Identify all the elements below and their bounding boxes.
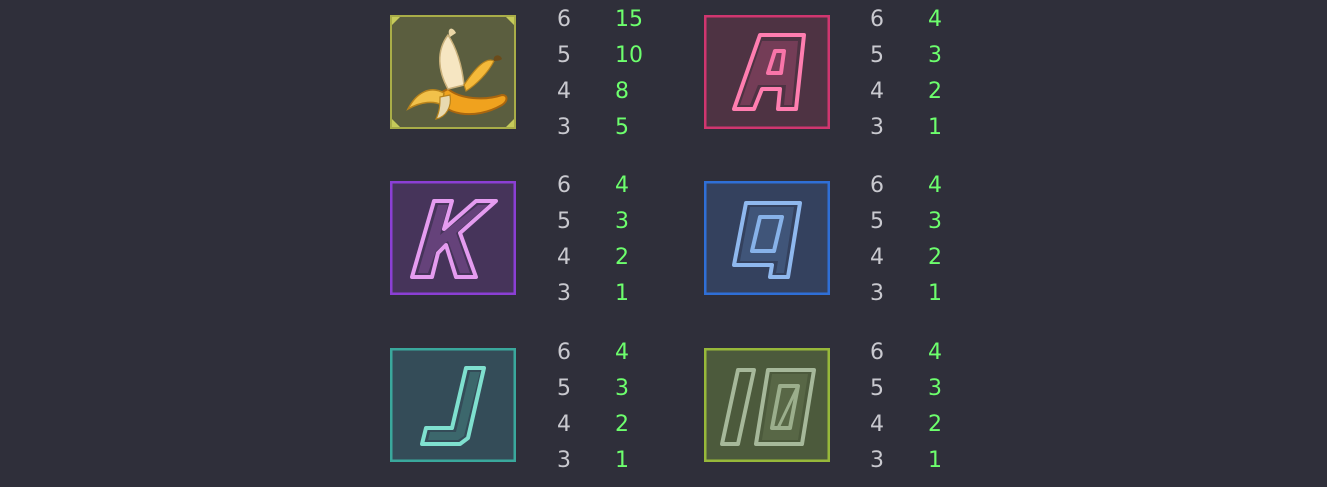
payout-value: 1: [928, 115, 942, 140]
payout-value: 1: [615, 281, 629, 306]
symbol-count: 5: [557, 376, 571, 401]
pay-row: 3 1: [557, 276, 667, 312]
number-10-icon: [704, 348, 830, 462]
payout-value: 3: [615, 376, 629, 401]
symbol-count: 4: [870, 245, 884, 270]
symbol-count: 6: [557, 340, 571, 365]
symbol-count: 3: [557, 448, 571, 473]
queen-paytable: 6 4 5 3 4 2 3 1: [870, 168, 980, 312]
pay-row: 3 1: [870, 443, 980, 479]
ace-paytable: 6 4 5 3 4 2 3 1: [870, 2, 980, 146]
letter-j-icon: [390, 348, 516, 462]
pay-row: 6 4: [870, 2, 980, 38]
ten-paytable: 6 4 5 3 4 2 3 1: [870, 335, 980, 479]
payout-value: 4: [615, 173, 629, 198]
symbol-count: 5: [870, 376, 884, 401]
payout-value: 2: [928, 245, 942, 270]
ace-symbol: [704, 15, 830, 129]
letter-k-icon: [390, 181, 516, 295]
pay-row: 5 3: [870, 371, 980, 407]
payout-value: 4: [928, 7, 942, 32]
letter-a-icon: [704, 15, 830, 129]
symbol-count: 5: [870, 209, 884, 234]
symbol-count: 4: [557, 412, 571, 437]
symbol-count: 3: [557, 281, 571, 306]
payout-value: 3: [615, 209, 629, 234]
pay-row: 4 2: [557, 407, 667, 443]
letter-q-icon: [704, 181, 830, 295]
symbol-count: 5: [870, 43, 884, 68]
payout-value: 5: [615, 115, 629, 140]
pay-row: 4 2: [557, 240, 667, 276]
symbol-count: 5: [557, 209, 571, 234]
pay-row: 5 10: [557, 38, 667, 74]
king-paytable: 6 4 5 3 4 2 3 1: [557, 168, 667, 312]
pay-row: 4 2: [870, 74, 980, 110]
symbol-count: 5: [557, 43, 571, 68]
payout-value: 2: [615, 245, 629, 270]
pay-row: 5 3: [870, 38, 980, 74]
payout-value: 3: [928, 376, 942, 401]
payout-value: 1: [615, 448, 629, 473]
pay-row: 5 3: [557, 204, 667, 240]
pay-row: 5 3: [557, 371, 667, 407]
symbol-count: 6: [557, 173, 571, 198]
ten-symbol: [704, 348, 830, 462]
pay-row: 4 8: [557, 74, 667, 110]
banana-symbol: [390, 15, 516, 129]
payout-value: 15: [615, 7, 643, 32]
pay-row: 6 15: [557, 2, 667, 38]
payout-value: 3: [928, 43, 942, 68]
pay-row: 6 4: [557, 335, 667, 371]
pay-row: 3 1: [870, 110, 980, 146]
symbol-count: 4: [557, 245, 571, 270]
symbol-count: 6: [870, 7, 884, 32]
symbol-count: 4: [557, 79, 571, 104]
payout-value: 8: [615, 79, 629, 104]
symbol-count: 6: [870, 173, 884, 198]
pay-row: 4 2: [870, 240, 980, 276]
king-symbol: [390, 181, 516, 295]
payout-value: 1: [928, 281, 942, 306]
payout-value: 2: [928, 79, 942, 104]
symbol-count: 4: [870, 79, 884, 104]
pay-row: 6 4: [557, 168, 667, 204]
pay-row: 3 1: [557, 443, 667, 479]
pay-row: 6 4: [870, 335, 980, 371]
pay-row: 3 5: [557, 110, 667, 146]
payout-value: 2: [615, 412, 629, 437]
symbol-count: 6: [557, 7, 571, 32]
pay-row: 5 3: [870, 204, 980, 240]
pay-row: 4 2: [870, 407, 980, 443]
symbol-count: 3: [870, 448, 884, 473]
pay-row: 3 1: [870, 276, 980, 312]
payout-value: 1: [928, 448, 942, 473]
symbol-count: 3: [870, 115, 884, 140]
jack-symbol: [390, 348, 516, 462]
payout-value: 10: [615, 43, 643, 68]
queen-symbol: [704, 181, 830, 295]
pay-row: 6 4: [870, 168, 980, 204]
jack-paytable: 6 4 5 3 4 2 3 1: [557, 335, 667, 479]
payout-value: 4: [928, 340, 942, 365]
symbol-count: 6: [870, 340, 884, 365]
banana-icon: [390, 15, 516, 129]
banana-paytable: 6 15 5 10 4 8 3 5: [557, 2, 667, 146]
payout-value: 2: [928, 412, 942, 437]
payout-value: 4: [928, 173, 942, 198]
symbol-count: 4: [870, 412, 884, 437]
payout-value: 3: [928, 209, 942, 234]
symbol-count: 3: [870, 281, 884, 306]
symbol-count: 3: [557, 115, 571, 140]
payout-value: 4: [615, 340, 629, 365]
